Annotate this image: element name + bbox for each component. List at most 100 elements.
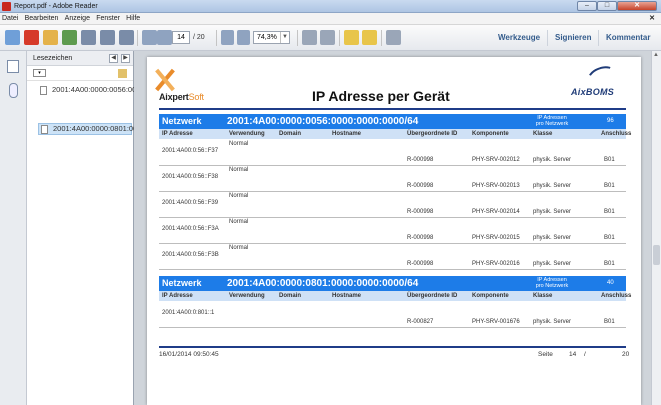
maximize-button[interactable]: □ [597, 1, 617, 11]
menu-fenster[interactable]: Fenster [94, 13, 122, 25]
row-class: physik. Server [533, 261, 572, 267]
row-ip: 2001:4A00:0:801::1 [162, 310, 215, 316]
ip-count-label: IP Adressen pro Netzwerk [535, 277, 569, 289]
attachments-icon[interactable] [9, 83, 18, 98]
row-component: PHY-SRV-001676 [472, 319, 520, 325]
ip-count-label: IP Adressen pro Netzwerk [535, 115, 569, 127]
fit-page-icon[interactable] [302, 30, 317, 45]
row-class: physik. Server [533, 183, 572, 189]
menu-anzeige[interactable]: Anzeige [63, 13, 92, 25]
close-window-button[interactable]: ✕ [617, 1, 657, 11]
email-icon[interactable] [119, 30, 134, 45]
column-header: Hostname [332, 131, 362, 137]
kommentar-button[interactable]: Kommentar [606, 25, 650, 51]
column-header: Verwendung [229, 131, 265, 137]
column-header: Übergeordnete ID [407, 293, 458, 299]
row-class: physik. Server [533, 235, 572, 241]
bookmarks-toolbar: ▾ [27, 66, 133, 81]
zoom-out-icon[interactable] [221, 30, 234, 45]
row-usage: Normal [229, 141, 249, 147]
row-class: physik. Server [533, 157, 572, 163]
network-address: 2001:4A00:0000:0056:0000:0000:0000/64 [227, 116, 419, 127]
footer-total: 20 [622, 351, 630, 358]
row-divider [159, 191, 626, 192]
toolbar: 14 / 20 74,3% ▼ Werkzeuge Signieren Komm… [0, 25, 661, 51]
row-usage: Normal [229, 245, 249, 251]
network-bar: Netzwerk 2001:4A00:0000:0056:0000:0000:0… [159, 114, 626, 129]
new-bookmark-icon[interactable] [118, 69, 127, 78]
column-header: Klasse [533, 293, 553, 299]
row-parent-id: R-000998 [407, 157, 434, 163]
column-header: Domain [279, 293, 302, 299]
menu-bar: Datei Bearbeiten Anzeige Fenster Hilfe ✕ [0, 13, 661, 25]
share-icon[interactable] [62, 30, 77, 45]
network-bar: Netzwerk 2001:4A00:0000:0801:0000:0000:0… [159, 276, 626, 291]
menu-datei[interactable]: Datei [0, 13, 20, 25]
zoom-in-icon[interactable] [237, 30, 250, 45]
row-ip: 2001:4A00:0:56::F3A [162, 226, 219, 232]
close-document-icon[interactable]: ✕ [647, 13, 657, 25]
bookmark-item-selected[interactable]: 2001:4A00:0000:0801:0000:0000:0000/64 [38, 123, 194, 135]
aixpertsoft-logo: AixpertSoft [159, 92, 204, 102]
collapse-panel-icon[interactable]: ◀ [109, 54, 118, 63]
menu-hilfe[interactable]: Hilfe [124, 13, 142, 25]
column-header: IP Adresse [162, 131, 193, 137]
bookmarks-panel: Lesezeichen ◀ ▶ ▾ 2001:4A00:0000:0056:00… [27, 51, 194, 405]
previous-page-icon[interactable] [142, 30, 157, 45]
column-header: Verwendung [229, 293, 265, 299]
row-ip: 2001:4A00:0:56::F37 [162, 148, 219, 154]
row-divider [159, 165, 626, 166]
werkzeuge-button[interactable]: Werkzeuge [498, 25, 540, 51]
column-header: Anschluss [601, 293, 632, 299]
row-component: PHY-SRV-002012 [472, 157, 520, 163]
column-header: Hostname [332, 293, 362, 299]
zoom-dropdown-icon[interactable]: ▼ [280, 32, 289, 43]
menu-bearbeiten[interactable]: Bearbeiten [23, 13, 61, 25]
footer-seite-label: Seite [538, 351, 553, 358]
bookmarks-title: Lesezeichen [33, 55, 73, 62]
navigation-pane [0, 51, 27, 405]
save-icon[interactable] [81, 30, 96, 45]
pages-panel-icon[interactable] [7, 60, 19, 73]
signieren-button[interactable]: Signieren [555, 25, 591, 51]
network-label: Netzwerk [162, 116, 202, 126]
scroll-thumb[interactable] [653, 245, 660, 265]
highlight-icon[interactable] [362, 30, 377, 45]
page-number-input[interactable]: 14 [172, 31, 190, 44]
print-icon[interactable] [100, 30, 115, 45]
edit-icon[interactable] [43, 30, 58, 45]
row-component: PHY-SRV-002016 [472, 261, 520, 267]
bookmark-page-icon [41, 125, 48, 134]
open-icon[interactable] [24, 30, 39, 45]
row-port: B01 [604, 319, 615, 325]
create-icon[interactable] [5, 30, 20, 45]
expand-icon[interactable] [386, 30, 401, 45]
column-header: Übergeordnete ID [407, 131, 458, 137]
bookmark-item[interactable]: 2001:4A00:0000:0056:0000:0000:0000/64 [38, 85, 193, 95]
column-header-row: IP Adresse Verwendung Domain Hostname Überge… [159, 129, 631, 139]
row-port: B01 [604, 157, 615, 163]
network-label: Netzwerk [162, 278, 202, 288]
aixboms-logo: AixBOMS [571, 62, 623, 99]
minimize-button[interactable]: – [577, 1, 597, 11]
header-rule [159, 108, 626, 110]
row-parent-id: R-000998 [407, 235, 434, 241]
row-usage: Normal [229, 167, 249, 173]
row-port: B01 [604, 209, 615, 215]
total-pages: / 20 [193, 34, 205, 41]
options-dropdown-icon[interactable]: ▾ [33, 69, 46, 77]
vertical-scrollbar[interactable]: ▲ [651, 51, 661, 405]
scroll-up-icon[interactable]: ▲ [653, 52, 659, 58]
report-title: IP Adresse per Gerät [312, 88, 450, 104]
row-parent-id: R-000998 [407, 209, 434, 215]
comment-icon[interactable] [344, 30, 359, 45]
expand-panel-icon[interactable]: ▶ [121, 54, 130, 63]
network-address: 2001:4A00:0000:0801:0000:0000:0000/64 [227, 278, 419, 289]
row-parent-id: R-000998 [407, 183, 434, 189]
row-component: PHY-SRV-002013 [472, 183, 520, 189]
row-class: physik. Server [533, 209, 572, 215]
row-ip: 2001:4A00:0:56::F38 [162, 174, 219, 180]
fit-width-icon[interactable] [320, 30, 335, 45]
next-page-icon[interactable] [157, 30, 172, 45]
row-component: PHY-SRV-002015 [472, 235, 520, 241]
